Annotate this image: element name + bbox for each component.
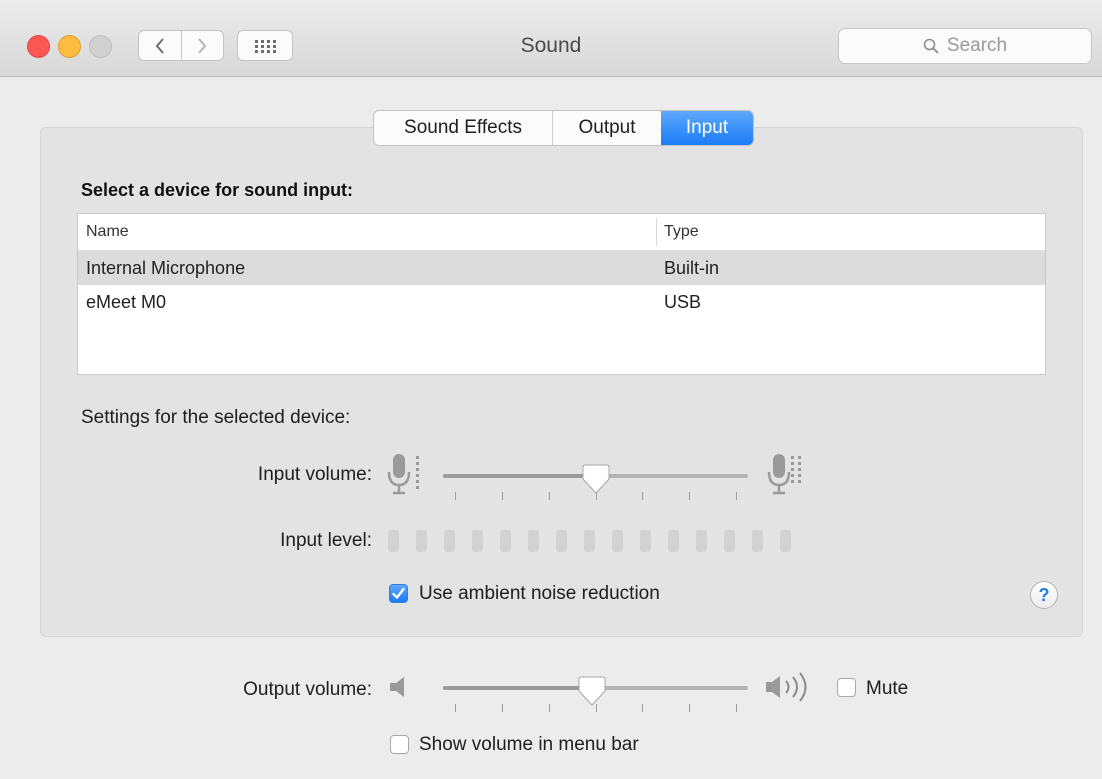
chevron-left-icon — [155, 37, 164, 54]
search-field[interactable]: Search — [838, 28, 1092, 64]
speaker-low-icon — [390, 677, 404, 697]
show-volume-menu-bar-checkbox[interactable] — [390, 735, 409, 754]
output-volume-fill — [443, 686, 593, 690]
level-segment — [780, 530, 791, 552]
checkmark-icon — [392, 587, 405, 599]
noise-reduction-label[interactable]: Use ambient noise reduction — [419, 583, 660, 605]
output-volume-label: Output volume: — [243, 679, 372, 700]
level-segment — [696, 530, 707, 552]
search-icon — [923, 38, 939, 54]
slider-tick — [548, 492, 550, 500]
level-segment — [416, 530, 427, 552]
mute-label[interactable]: Mute — [866, 678, 908, 700]
column-header-type[interactable]: Type — [664, 223, 699, 241]
slider-tick — [548, 704, 550, 712]
level-segment — [724, 530, 735, 552]
level-segment — [584, 530, 595, 552]
noise-reduction-checkbox[interactable] — [389, 584, 408, 603]
grid-icon — [255, 39, 276, 53]
slider-tick — [689, 704, 691, 712]
zoom-window-button[interactable] — [89, 35, 112, 58]
input-volume-label: Input volume: — [257, 464, 372, 485]
device-select-heading: Select a device for sound input: — [81, 180, 354, 200]
input-level-meter — [388, 530, 808, 552]
table-row[interactable]: Internal Microphone Built-in — [78, 251, 1045, 285]
input-volume-ticks — [443, 492, 748, 502]
input-level-label: Input level: — [280, 530, 372, 551]
slider-tick — [595, 704, 597, 712]
slider-tick — [736, 704, 737, 712]
navigation-buttons — [138, 30, 224, 61]
titlebar: Sound Search — [0, 0, 1102, 77]
slider-tick — [736, 492, 737, 500]
device-type: USB — [664, 292, 702, 312]
level-segment — [612, 530, 623, 552]
slider-tick — [642, 704, 644, 712]
column-divider — [656, 218, 657, 246]
device-name: eMeet M0 — [86, 292, 167, 312]
show-all-button[interactable] — [237, 30, 293, 61]
slider-tick — [689, 492, 691, 500]
column-header-name[interactable]: Name — [86, 223, 129, 241]
level-segment — [752, 530, 763, 552]
tab-bar: Sound Effects Output Input — [373, 110, 754, 146]
tab-sound-effects[interactable]: Sound Effects — [374, 111, 552, 145]
search-placeholder: Search — [946, 35, 1008, 56]
help-button[interactable]: ? — [1030, 581, 1058, 609]
slider-tick — [595, 492, 597, 500]
slider-tick — [501, 704, 503, 712]
forward-button[interactable] — [180, 31, 224, 60]
slider-tick — [455, 492, 456, 500]
mute-checkbox[interactable] — [837, 678, 856, 697]
device-name: Internal Microphone — [86, 258, 246, 278]
level-segment — [444, 530, 455, 552]
output-volume-thumb[interactable] — [578, 675, 606, 707]
output-volume-slider[interactable] — [443, 676, 748, 706]
level-segment — [472, 530, 483, 552]
microphone-low-icon — [387, 454, 419, 495]
slider-tick — [642, 492, 644, 500]
level-segment — [556, 530, 567, 552]
table-header: Name Type — [78, 214, 1045, 251]
show-volume-menu-bar-label[interactable]: Show volume in menu bar — [419, 734, 639, 756]
slider-tick — [501, 492, 503, 500]
output-volume-ticks — [443, 704, 748, 714]
input-device-table[interactable]: Name Type Internal Microphone Built-in e… — [77, 213, 1046, 375]
minimize-window-button[interactable] — [58, 35, 81, 58]
microphone-high-icon — [767, 454, 801, 495]
slider-tick — [455, 704, 456, 712]
level-segment — [640, 530, 651, 552]
tab-output[interactable]: Output — [552, 111, 661, 145]
tab-input[interactable]: Input — [661, 111, 753, 145]
close-window-button[interactable] — [27, 35, 50, 58]
input-volume-thumb[interactable] — [582, 463, 610, 495]
chevron-right-icon — [198, 37, 207, 54]
level-segment — [388, 530, 399, 552]
level-segment — [500, 530, 511, 552]
device-settings-heading: Settings for the selected device: — [81, 407, 351, 428]
back-button[interactable] — [139, 31, 181, 60]
input-panel — [40, 127, 1083, 637]
table-row[interactable]: eMeet M0 USB — [78, 285, 1045, 319]
level-segment — [668, 530, 679, 552]
input-volume-slider[interactable] — [443, 464, 748, 494]
sound-preferences-window: Sound Search Sound Effects Output Input … — [0, 0, 1102, 779]
device-type: Built-in — [664, 258, 720, 278]
speaker-high-icon — [766, 672, 807, 702]
level-segment — [528, 530, 539, 552]
input-volume-fill — [443, 474, 596, 478]
